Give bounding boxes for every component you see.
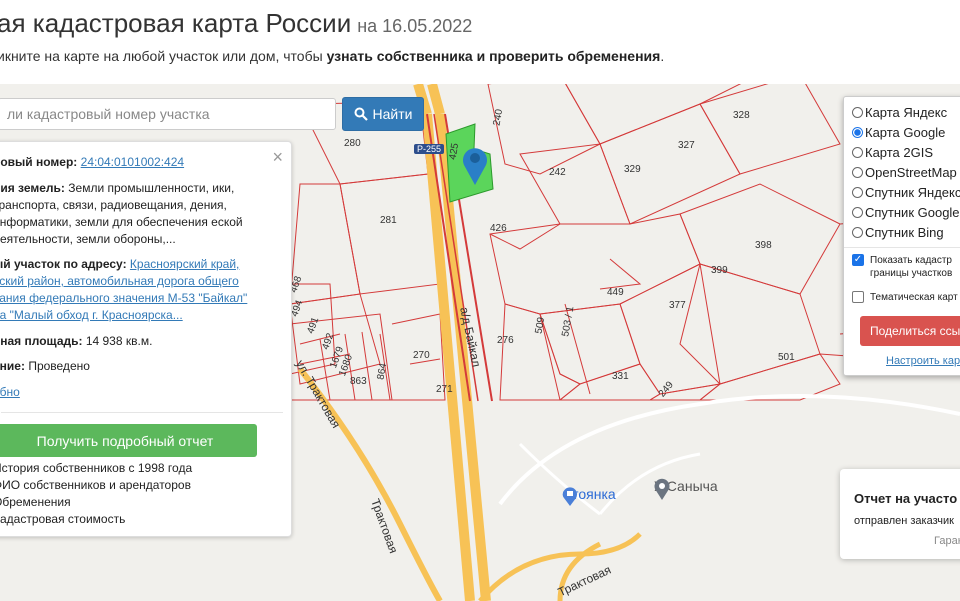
area-label: нная площадь: — [0, 334, 83, 348]
parcel-label: 426 — [490, 223, 507, 234]
radio-icon[interactable] — [852, 227, 863, 238]
feature-item: Обременения — [0, 495, 71, 509]
parcel-label: 329 — [624, 164, 641, 175]
map-layer-panel: Карта Яндекс Карта Google Карта 2GIS Ope… — [843, 96, 960, 376]
layer-option-google[interactable]: Карта Google — [852, 125, 945, 140]
feature-item: ФИО собственников и арендаторов — [0, 478, 191, 492]
thematic-map-label: Тематическая карт — [870, 292, 958, 303]
layer-option-yandex-sat[interactable]: Спутник Яндекс — [852, 185, 960, 200]
configure-map-link[interactable]: Настроить карт — [886, 355, 960, 367]
radio-icon[interactable] — [852, 147, 863, 158]
parcel-info-panel: × ровый номер: 24:04:0101002:424 рия зем… — [0, 141, 292, 537]
layer-option-label: Спутник Google — [865, 205, 960, 220]
share-link-button[interactable]: Поделиться ссыл — [860, 316, 960, 346]
page-subtitle: икните на карте на любой участок или дом… — [0, 48, 664, 64]
location-marker-icon — [654, 478, 670, 500]
poi-parking[interactable]: Стоянка — [562, 486, 616, 506]
layer-option-label: Спутник Bing — [865, 225, 944, 240]
radio-icon[interactable] — [852, 207, 863, 218]
parcel-label: 271 — [436, 384, 453, 395]
subtitle-suffix: . — [660, 48, 665, 64]
status-row: ание: Проведено — [0, 358, 259, 375]
map-pin-icon[interactable] — [461, 145, 489, 190]
parcel-label: 399 — [711, 265, 728, 276]
poi-shop[interactable]: У Саныча — [654, 478, 718, 500]
layer-option-label: Карта 2GIS — [865, 145, 934, 160]
cadastral-number-label: ровый номер: — [0, 155, 78, 169]
layer-option-google-sat[interactable]: Спутник Google — [852, 205, 960, 220]
shopping-bag-icon — [563, 487, 577, 506]
layer-option-bing-sat[interactable]: Спутник Bing — [852, 225, 944, 240]
parcel-label: 449 — [607, 287, 624, 298]
layer-option-label: Спутник Яндекс — [865, 185, 960, 200]
radio-icon[interactable] — [852, 107, 863, 118]
parcel-label: 270 — [413, 350, 430, 361]
parcel-label: 242 — [549, 167, 566, 178]
parcel-label: 377 — [669, 300, 686, 311]
layer-option-yandex[interactable]: Карта Яндекс — [852, 105, 947, 120]
report-feature-list: История собственников с 1998 года ФИО со… — [0, 460, 192, 528]
more-details-link[interactable]: обно — [0, 385, 20, 399]
layer-option-2gis[interactable]: Карта 2GIS — [852, 145, 933, 160]
close-icon[interactable]: × — [272, 148, 283, 166]
area-row: нная площадь: 14 938 кв.м. — [0, 333, 259, 350]
layer-option-label: OpenStreetMap — [865, 165, 957, 180]
search-icon — [354, 107, 368, 121]
parcel-label: 281 — [380, 215, 397, 226]
search-button[interactable]: Найти — [342, 97, 424, 131]
page-date: на 16.05.2022 — [357, 16, 473, 36]
parcel-label: 331 — [612, 371, 629, 382]
search-button-label: Найти — [372, 106, 413, 122]
checkbox-checked-icon[interactable]: ✓ — [852, 254, 864, 266]
status-label: ание: — [0, 359, 25, 373]
thematic-map-toggle[interactable]: Тематическая карт — [852, 291, 958, 304]
subtitle-prefix: икните на карте на любой участок или дом… — [0, 48, 327, 64]
show-cadastral-line1: Показать кадастр — [870, 255, 952, 266]
get-report-button[interactable]: Получить подробный отчет — [0, 424, 257, 457]
feature-item: История собственников с 1998 года — [0, 461, 193, 475]
parcel-label: 327 — [678, 140, 695, 151]
toast-body: отправлен заказчик — [854, 515, 954, 527]
feature-item: Кадастровая стоимость — [0, 512, 126, 526]
address-label: ый участок по адресу: — [0, 257, 127, 271]
toast-signature: Гаран — [934, 535, 960, 547]
more-details-row: обно — [0, 384, 259, 401]
layer-divider — [844, 247, 960, 248]
show-cadastral-toggle[interactable]: ✓ Показать кадастр границы участков — [852, 254, 952, 280]
layer-option-label: Карта Яндекс — [865, 105, 948, 120]
subtitle-bold: узнать собственника и проверить обремене… — [326, 48, 661, 64]
show-cadastral-line2: границы участков — [870, 268, 953, 279]
status-value: Проведено — [28, 359, 90, 373]
cadastral-number-row: ровый номер: 24:04:0101002:424 — [0, 154, 259, 171]
parcel-label: 276 — [497, 335, 514, 346]
layer-option-label: Карта Google — [865, 125, 946, 140]
toast-title: Отчет на участо — [854, 491, 958, 506]
radio-checked-icon[interactable] — [852, 127, 863, 138]
radio-icon[interactable] — [852, 167, 863, 178]
layer-option-osm[interactable]: OpenStreetMap — [852, 165, 957, 180]
cadastral-number-link[interactable]: 24:04:0101002:424 — [81, 155, 184, 169]
address-row: ый участок по адресу: Красноярский край,… — [0, 256, 259, 324]
page-title: ая кадастровая карта России на 16.05.2022 — [0, 8, 472, 39]
road-sign-p255: Р-255 — [414, 144, 445, 154]
panel-divider — [1, 412, 283, 413]
parcel-label: 398 — [755, 240, 772, 251]
area-value: 14 938 кв.м. — [85, 334, 153, 348]
land-category-label: рия земель: — [0, 181, 65, 195]
page-title-text: ая кадастровая карта России — [0, 8, 352, 38]
checkbox-icon[interactable] — [852, 291, 864, 303]
show-cadastral-label: Показать кадастр границы участков — [870, 254, 952, 280]
parcel-label: 280 — [344, 138, 361, 149]
land-category-row: рия земель: Земли промышленности, ики, т… — [0, 180, 259, 248]
radio-icon[interactable] — [852, 187, 863, 198]
parcel-label: 328 — [733, 110, 750, 121]
search-input[interactable] — [0, 98, 336, 130]
parcel-label: 863 — [350, 376, 367, 387]
notification-toast: Отчет на участо отправлен заказчик Гаран — [840, 469, 960, 559]
parcel-label: 501 — [778, 352, 795, 363]
